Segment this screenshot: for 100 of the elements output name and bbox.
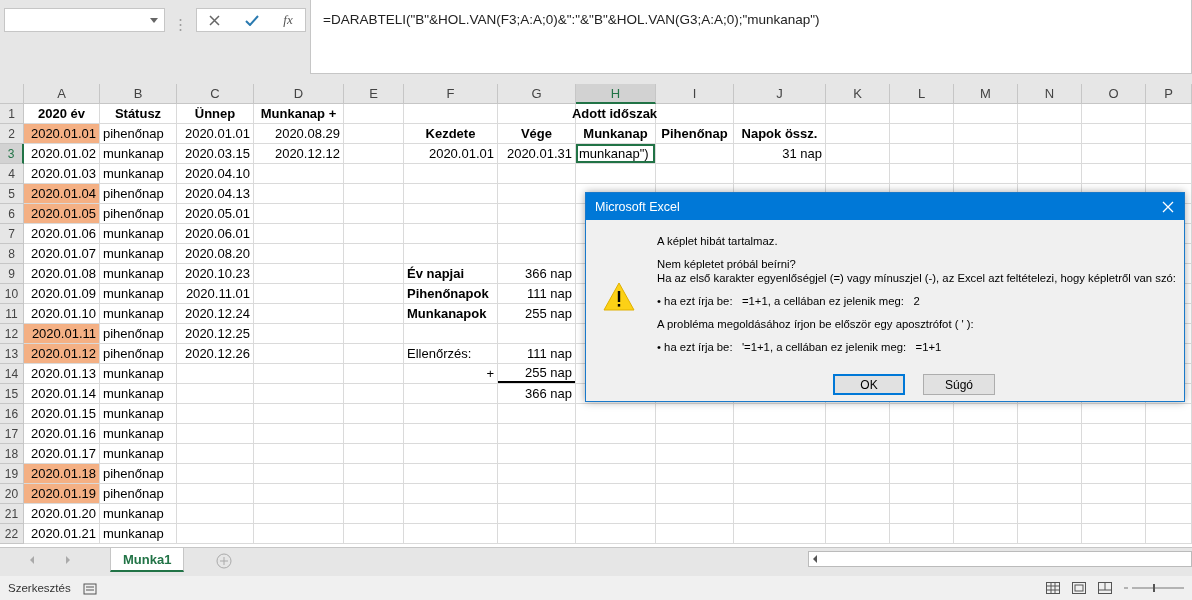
warning-icon xyxy=(603,282,635,311)
table-cell-text: pihenőnap xyxy=(102,345,165,363)
table-cell-text: Munkanap + xyxy=(259,105,338,123)
row-header[interactable]: 21 xyxy=(0,504,24,524)
row-header[interactable]: 15 xyxy=(0,384,24,404)
table-cell-text: 2020.01.07 xyxy=(29,245,97,263)
row-header[interactable]: 22 xyxy=(0,524,24,544)
table-cell-text: 2020.01.21 xyxy=(29,525,97,543)
row-header[interactable]: 7 xyxy=(0,224,24,244)
table-cell-text: 2020.01.06 xyxy=(29,225,97,243)
table-cell-text: 2020.01.20 xyxy=(29,505,97,523)
table-cell-text: pihenőnap xyxy=(102,185,165,203)
table-cell-text: 2020.08.20 xyxy=(183,245,251,263)
table-cell-text: 2020.10.23 xyxy=(183,265,251,283)
column-header[interactable]: D xyxy=(254,84,344,104)
table-cell-text: 2020.01.02 xyxy=(29,145,97,163)
row-header[interactable]: 5 xyxy=(0,184,24,204)
horizontal-scrollbar[interactable] xyxy=(808,551,1192,567)
table-cell-text: Ellenőrzés: xyxy=(406,345,473,363)
table-cell-text: munkanap xyxy=(102,405,165,423)
table-cell: 2020.01.18 xyxy=(24,464,99,483)
row-header[interactable]: 12 xyxy=(0,324,24,344)
table-cell-text: munkanap xyxy=(102,225,165,243)
table-cell-text: 2020.08.29 xyxy=(273,125,341,143)
page-break-icon[interactable] xyxy=(1098,582,1112,594)
row-header[interactable]: 2 xyxy=(0,124,24,144)
column-header[interactable]: N xyxy=(1018,84,1082,104)
table-cell-text: 2020.01.16 xyxy=(29,425,97,443)
table-cell-text: 2020.01.17 xyxy=(29,445,97,463)
close-icon[interactable] xyxy=(209,14,221,26)
table-cell-text: 2020.12.26 xyxy=(183,345,251,363)
row-header[interactable]: 16 xyxy=(0,404,24,424)
column-header[interactable]: C xyxy=(177,84,254,104)
table-cell-text: munkanap xyxy=(102,265,165,283)
table-cell-text: Napok össz. xyxy=(740,125,819,143)
table-cell: 2020.01.12 xyxy=(24,344,99,363)
row-header[interactable]: 18 xyxy=(0,444,24,464)
sheet-tab[interactable]: Munka1 xyxy=(110,548,185,572)
row-header[interactable]: 11 xyxy=(0,304,24,324)
row-header[interactable]: 10 xyxy=(0,284,24,304)
column-header[interactable]: M xyxy=(954,84,1018,104)
table-cell-text: 2020.05.01 xyxy=(183,205,251,223)
row-header[interactable]: 6 xyxy=(0,204,24,224)
column-header[interactable]: G xyxy=(498,84,576,104)
row-header[interactable]: 13 xyxy=(0,344,24,364)
row-header[interactable]: 9 xyxy=(0,264,24,284)
table-cell-text: pihenőnap xyxy=(102,205,165,223)
column-header[interactable]: H xyxy=(576,84,656,104)
insert-function-button[interactable]: fx xyxy=(283,12,293,28)
row-header[interactable]: 3 xyxy=(0,144,24,164)
table-cell-text: 2020.01.15 xyxy=(29,405,97,423)
table-cell-text: 2020.01.13 xyxy=(29,365,97,383)
table-cell-text: pihenőnap xyxy=(102,485,165,503)
row-header[interactable]: 19 xyxy=(0,464,24,484)
table-cell-text: 2020 év xyxy=(37,105,86,123)
dialog-button[interactable]: OK xyxy=(833,374,905,395)
table-cell: 2020.01.01 xyxy=(24,124,99,143)
check-icon[interactable] xyxy=(244,14,259,26)
formula-field[interactable]: =DARABTELI("B"&HOL.VAN(F3;A:A;0)&":"&"B"&HOL.VAN(G3;A:A;0);"munkanap") xyxy=(310,0,1192,74)
column-header[interactable]: L xyxy=(890,84,954,104)
table-cell-text: 2020.01.01 xyxy=(183,125,251,143)
table-cell-text: 2020.01.10 xyxy=(29,305,97,323)
row-header[interactable]: 17 xyxy=(0,424,24,444)
table-cell-text: Adott időszak xyxy=(570,105,659,123)
column-header[interactable]: E xyxy=(344,84,404,104)
column-header[interactable]: O xyxy=(1082,84,1146,104)
table-cell-text: 2020.12.12 xyxy=(273,145,341,163)
table-cell-text: munkanap xyxy=(102,305,165,323)
column-header[interactable]: F xyxy=(404,84,498,104)
table-cell-text: 2020.01.31 xyxy=(505,145,573,163)
normal-view-icon[interactable] xyxy=(1046,582,1060,594)
table-cell-text: Státusz xyxy=(113,105,163,123)
column-header[interactable]: P xyxy=(1146,84,1192,104)
table-cell-text: 2020.01.14 xyxy=(29,385,97,403)
table-cell-text: munkanap xyxy=(102,445,165,463)
row-header[interactable]: 1 xyxy=(0,104,24,124)
row-header[interactable]: 14 xyxy=(0,364,24,384)
table-cell-text: munkanap xyxy=(102,425,165,443)
dialog-button[interactable]: Súgó xyxy=(923,374,995,395)
dialog-message: • ha ezt írja be: '=1+1, a cellában ez jelenik meg: =1+1 xyxy=(657,340,943,354)
table-cell-text: Munkanapok xyxy=(406,305,488,323)
table-cell-text: 2020.03.15 xyxy=(183,145,251,163)
table-cell: 2020.01.19 xyxy=(24,484,99,503)
row-header[interactable]: 4 xyxy=(0,164,24,184)
column-header[interactable]: A xyxy=(24,84,100,104)
table-cell-text: Kezdete xyxy=(424,125,477,143)
column-header[interactable]: K xyxy=(826,84,890,104)
page-layout-icon[interactable] xyxy=(1072,582,1086,594)
table-cell-text: pihenőnap xyxy=(102,125,165,143)
row-header[interactable]: 20 xyxy=(0,484,24,504)
table-cell-text: pihenőnap xyxy=(102,325,165,343)
table-cell-text: 2020.04.10 xyxy=(183,165,251,183)
column-header[interactable]: I xyxy=(656,84,734,104)
column-header[interactable]: J xyxy=(734,84,826,104)
column-header[interactable]: B xyxy=(100,84,177,104)
table-cell-text: munkanap xyxy=(102,365,165,383)
zoom-slider[interactable] xyxy=(1124,584,1184,592)
row-header[interactable]: 8 xyxy=(0,244,24,264)
table-cell-text: Vége xyxy=(519,125,554,143)
table-cell-text: munkanap xyxy=(102,245,165,263)
